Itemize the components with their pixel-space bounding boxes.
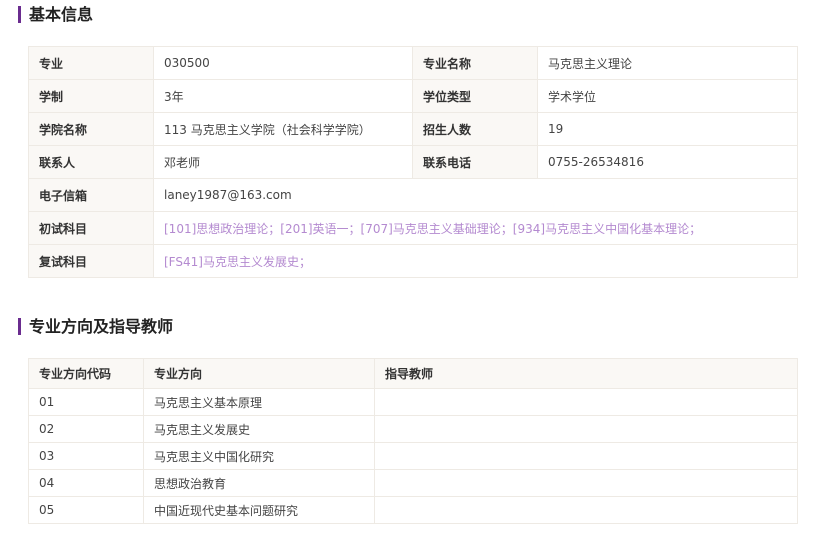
major-name-value: 马克思主义理论 [537,46,798,80]
email-value: laney1987@163.com [153,178,798,212]
contact-value: 邓老师 [153,145,413,179]
direction-name: 马克思主义基本原理 [143,388,375,416]
table-row: 05 中国近现代史基本问题研究 [28,496,798,524]
enroll-label: 招生人数 [412,112,538,146]
info-row-duration: 学制 3年 学位类型 学术学位 [28,79,798,113]
prelim-subjects-label: 初试科目 [28,211,154,245]
major-label: 专业 [28,46,154,80]
direction-code: 01 [28,388,144,416]
table-row: 01 马克思主义基本原理 [28,388,798,416]
table-row: 04 思想政治教育 [28,469,798,497]
retest-subjects-link[interactable]: [FS41]马克思主义发展史； [153,244,798,278]
college-label: 学院名称 [28,112,154,146]
directions-header-row: 专业方向代码 专业方向 指导教师 [28,358,798,389]
degree-label: 学位类型 [412,79,538,113]
basic-info-table: 专业 030500 专业名称 马克思主义理论 学制 3年 学位类型 学术学位 学… [28,46,798,278]
prelim-subjects-link[interactable]: [101]思想政治理论；[201]英语一；[707]马克思主义基础理论；[934… [153,211,798,245]
phone-value: 0755-26534816 [537,145,798,179]
degree-value: 学术学位 [537,79,798,113]
direction-code: 03 [28,442,144,470]
direction-advisor [374,415,798,443]
direction-code: 02 [28,415,144,443]
direction-advisor [374,496,798,524]
info-row-contact: 联系人 邓老师 联系电话 0755-26534816 [28,145,798,179]
directions-table: 专业方向代码 专业方向 指导教师 01 马克思主义基本原理 02 马克思主义发展… [28,358,798,524]
info-row-retest: 复试科目 [FS41]马克思主义发展史； [28,244,798,278]
duration-value: 3年 [153,79,413,113]
retest-subjects-label: 复试科目 [28,244,154,278]
info-row-prelim: 初试科目 [101]思想政治理论；[201]英语一；[707]马克思主义基础理论… [28,211,798,245]
header-advisor: 指导教师 [374,358,798,389]
duration-label: 学制 [28,79,154,113]
basic-info-title: 基本信息 [18,6,93,23]
direction-advisor [374,469,798,497]
direction-name: 马克思主义中国化研究 [143,442,375,470]
direction-name: 中国近现代史基本问题研究 [143,496,375,524]
header-direction: 专业方向 [143,358,375,389]
info-row-email: 电子信箱 laney1987@163.com [28,178,798,212]
enroll-value: 19 [537,112,798,146]
direction-code: 05 [28,496,144,524]
email-label: 电子信箱 [28,178,154,212]
direction-advisor [374,388,798,416]
info-row-college: 学院名称 113 马克思主义学院（社会科学学院） 招生人数 19 [28,112,798,146]
major-value: 030500 [153,46,413,80]
header-code: 专业方向代码 [28,358,144,389]
table-row: 02 马克思主义发展史 [28,415,798,443]
direction-name: 思想政治教育 [143,469,375,497]
info-row-major: 专业 030500 专业名称 马克思主义理论 [28,46,798,80]
direction-advisor [374,442,798,470]
phone-label: 联系电话 [412,145,538,179]
direction-code: 04 [28,469,144,497]
contact-label: 联系人 [28,145,154,179]
table-row: 03 马克思主义中国化研究 [28,442,798,470]
major-name-label: 专业名称 [412,46,538,80]
directions-title: 专业方向及指导教师 [18,318,173,335]
direction-name: 马克思主义发展史 [143,415,375,443]
college-value: 113 马克思主义学院（社会科学学院） [153,112,413,146]
